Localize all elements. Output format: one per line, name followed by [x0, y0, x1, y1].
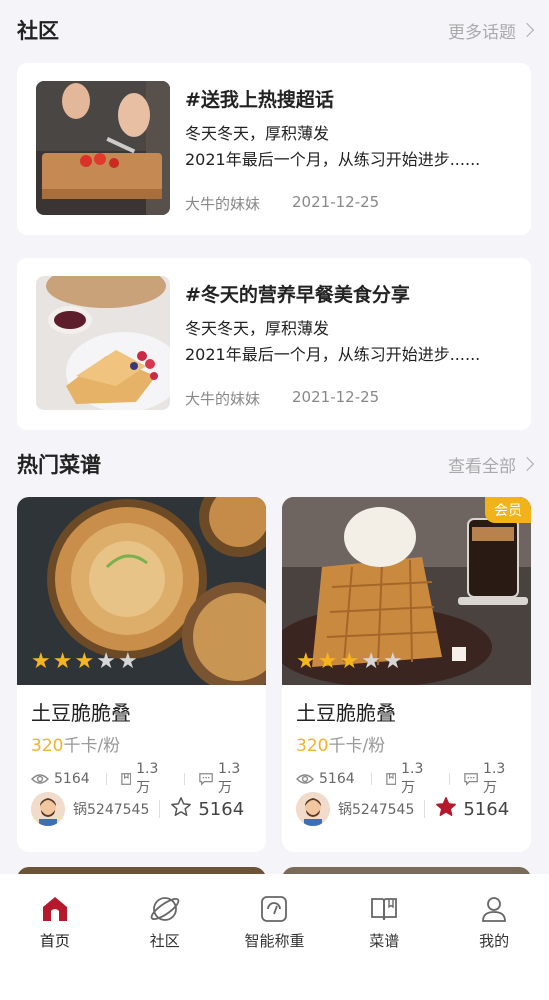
views-stat: 5164 [296, 771, 355, 787]
recipes-header: 热门菜谱 查看全部 [17, 448, 535, 480]
favorite-count: 5164 [198, 798, 245, 820]
tab-label: 菜谱 [369, 932, 400, 950]
recipe-author: 锅5247545 [338, 802, 415, 818]
topic-image [36, 276, 170, 410]
star-icon: ★ [339, 649, 360, 674]
tab-label: 智能称重 [244, 932, 305, 950]
star-icon: ★ [52, 649, 73, 674]
topic-desc-line: 冬天冬天，厚积薄发 [185, 124, 330, 143]
stat-divider [449, 773, 450, 785]
recipe-card[interactable]: 会员 ★ ★ ★ ★ ★ 土豆脆脆叠 320千卡/粉 5164 1.3万 1.3万 锅5… [282, 497, 531, 852]
section-title-community: 社区 [17, 19, 59, 43]
star-icon: ★ [117, 649, 138, 674]
view-all-label: 查看全部 [448, 456, 516, 477]
star-icon: ★ [296, 649, 316, 674]
vip-badge: 会员 [485, 497, 531, 523]
home-icon [42, 897, 67, 921]
tab-smart-scale[interactable]: 智能称重 [220, 894, 330, 1000]
topic-title: #送我上热搜超话 [185, 89, 334, 111]
more-topics-link[interactable]: 更多话题 [448, 18, 535, 43]
star-icon: ★ [382, 649, 403, 674]
footer-divider [159, 800, 161, 818]
calorie-unit: 千卡/粉 [63, 736, 121, 756]
stat-divider [184, 773, 185, 785]
topic-date: 2021-12-25 [292, 193, 380, 211]
view-all-link[interactable]: 查看全部 [448, 452, 535, 477]
views-count: 5164 [319, 771, 355, 787]
star-icon: ★ [361, 649, 381, 674]
eye-icon [31, 774, 49, 784]
recipe-calories: 320千卡/粉 [31, 731, 120, 756]
recipe-card[interactable]: ★ ★ ★ ★ ★ 土豆脆脆叠 320千卡/粉 5164 1.3万 1.3万 锅5247… [17, 497, 266, 852]
star-outline-icon [170, 796, 192, 823]
book-icon [371, 898, 398, 921]
topic-description: 冬天冬天，厚积薄发 2021年最后一个月，从练习开始进步...... [185, 121, 515, 173]
favorite-button[interactable]: 5164 [435, 796, 509, 823]
bookmark-icon [385, 773, 396, 785]
topic-meta: 大牛的妹妹 2021-12-25 [185, 193, 379, 214]
tab-label: 社区 [149, 932, 180, 950]
avatar[interactable] [296, 792, 330, 826]
tab-home[interactable]: 首页 [0, 894, 110, 1000]
views-stat: 5164 [31, 771, 90, 787]
user-icon [482, 897, 506, 922]
tab-recipes[interactable]: 菜谱 [329, 894, 439, 1000]
topic-meta: 大牛的妹妹 2021-12-25 [185, 388, 379, 409]
stat-divider [105, 773, 107, 785]
star-icon: ★ [31, 649, 51, 674]
section-title-recipes: 热门菜谱 [17, 453, 101, 477]
recipe-name: 土豆脆脆叠 [296, 701, 396, 725]
recipe-calories: 320千卡/粉 [296, 731, 385, 756]
topic-image [36, 81, 170, 215]
tab-community[interactable]: 社区 [110, 894, 220, 1000]
community-header: 社区 更多话题 [17, 14, 535, 46]
star-filled-icon [435, 796, 457, 823]
favorite-count: 5164 [463, 798, 510, 820]
chevron-right-icon [519, 456, 535, 472]
topic-author: 大牛的妹妹 [185, 195, 261, 213]
recipe-image: 会员 ★ ★ ★ ★ ★ [282, 497, 531, 685]
topic-description: 冬天冬天，厚积薄发 2021年最后一个月，从练习开始进步...... [185, 316, 515, 368]
topic-card[interactable]: #冬天的营养早餐美食分享 冬天冬天，厚积薄发 2021年最后一个月，从练习开始进… [17, 258, 531, 430]
avatar[interactable] [31, 792, 65, 826]
star-icon: ★ [317, 649, 338, 674]
tab-label: 首页 [39, 932, 70, 950]
recipe-name: 土豆脆脆叠 [31, 701, 131, 725]
stat-divider [370, 773, 372, 785]
topic-date: 2021-12-25 [292, 388, 380, 406]
tab-profile[interactable]: 我的 [439, 894, 549, 1000]
star-icon: ★ [96, 649, 116, 674]
rating-stars: ★ ★ ★ ★ ★ [296, 651, 403, 673]
calorie-unit: 千卡/粉 [328, 736, 386, 756]
eye-icon [296, 774, 314, 784]
star-icon: ★ [74, 649, 95, 674]
calorie-value: 320 [296, 736, 329, 756]
tab-bar: 首页 社区 智能称重 菜谱 我的 [0, 874, 549, 1000]
footer-divider [424, 800, 426, 818]
calorie-value: 320 [31, 736, 64, 756]
tab-label: 我的 [479, 932, 510, 950]
topic-desc-line: 冬天冬天，厚积薄发 [185, 319, 330, 338]
more-topics-label: 更多话题 [448, 22, 516, 43]
topic-desc-line: 2021年最后一个月，从练习开始进步...... [185, 150, 481, 169]
recipe-footer: 锅5247545 5164 [296, 792, 521, 826]
chevron-right-icon [519, 22, 535, 38]
scale-icon [261, 896, 288, 922]
comment-icon [199, 773, 213, 786]
bookmark-icon [120, 773, 131, 785]
views-count: 5164 [54, 771, 90, 787]
favorite-button[interactable]: 5164 [170, 796, 244, 823]
planet-icon [150, 897, 180, 921]
topic-card[interactable]: #送我上热搜超话 冬天冬天，厚积薄发 2021年最后一个月，从练习开始进步...… [17, 63, 531, 235]
recipe-image: ★ ★ ★ ★ ★ [17, 497, 266, 685]
rating-stars: ★ ★ ★ ★ ★ [31, 651, 138, 673]
topic-author: 大牛的妹妹 [185, 390, 261, 408]
recipe-author: 锅5247545 [73, 802, 150, 818]
recipe-footer: 锅5247545 5164 [31, 792, 256, 826]
topic-desc-line: 2021年最后一个月，从练习开始进步...... [185, 345, 481, 364]
comment-icon [464, 773, 478, 786]
topic-title: #冬天的营养早餐美食分享 [185, 284, 410, 306]
